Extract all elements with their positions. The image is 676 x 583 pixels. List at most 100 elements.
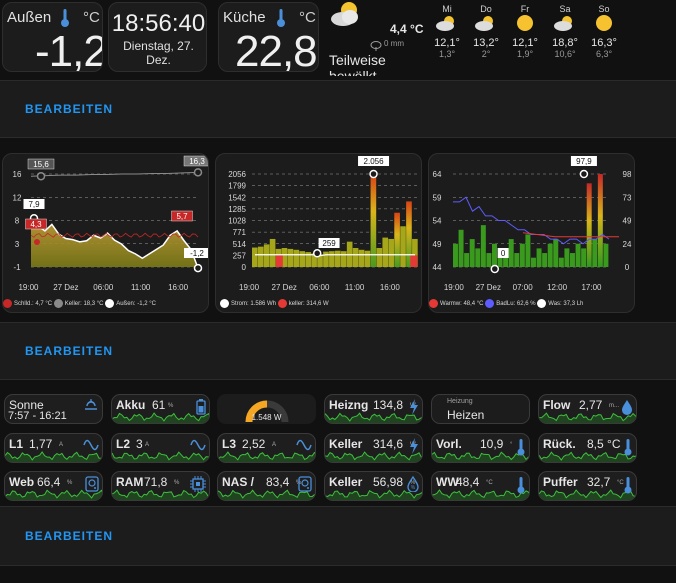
power-chart-card[interactable]: 2056 1799 1542 1285 1028 771 514 257 0 2.056 259 19… [215, 153, 422, 313]
x-tick-label: 19:00 [444, 283, 465, 292]
x-tick-label: 11:00 [131, 283, 151, 292]
forecast-high: 12,1° [434, 37, 460, 49]
tile-value: 2,52 [242, 437, 266, 451]
sensor-tile-web[interactable]: Web 66,4% [4, 471, 103, 501]
sun-icon [508, 14, 542, 37]
bar [335, 250, 341, 267]
legend-entry[interactable]: keller: 314,6 W [277, 299, 329, 308]
annotation-label: -1,2 [190, 249, 204, 258]
annotation-label: 97,9 [576, 157, 592, 166]
tile-unit: % [174, 480, 180, 486]
bar [458, 229, 464, 267]
temperature-chart-card[interactable]: 16 12 8 3 -1 15,6 16,3 7,9 4,3 5,7 -1,2 19:00 27 Dez… [2, 153, 209, 313]
sine-wave-icon [296, 438, 312, 456]
sensor-tile-keller[interactable]: Keller 56,98%% [324, 471, 423, 501]
series-point [369, 169, 378, 179]
legend-entry[interactable]: Schlld.: 4,7 °C [3, 299, 52, 308]
section-1: BEARBEITEN [0, 80, 676, 138]
tile-value: 7:57 - 16:21 [8, 410, 67, 422]
weather-card[interactable]: 4,4 °C 0 mm Teilweise bewölkt Mi 12,1° 1… [324, 0, 676, 76]
annotation-keller-end: 16,3 [183, 155, 208, 167]
y-tick-label: 49 [433, 240, 442, 249]
legend-entry[interactable]: Keller: 18,3 °C [53, 299, 104, 308]
bar [508, 239, 514, 267]
legend-entry[interactable]: BadLu: 62,6 % [485, 299, 536, 308]
tile-unit: ° [510, 442, 513, 448]
legend-entry[interactable]: Was: 37,3 Lh [537, 299, 583, 308]
bar [257, 246, 264, 267]
series-point [490, 264, 500, 274]
forecast-day-3: Fr 12,1° 1,9° [508, 4, 542, 59]
tile-name: Keller [329, 475, 363, 489]
state-label: Heizung [447, 398, 473, 405]
bar-keller [275, 255, 283, 267]
legend-entry[interactable]: Außen: -1,2 °C [105, 299, 156, 308]
annotation-label: 259 [322, 239, 336, 248]
tile-name: Puffer [543, 475, 578, 489]
sensor-tile-keller[interactable]: Keller314,6W [324, 433, 423, 463]
tile-value: 10,9 [480, 437, 504, 451]
forecast-high: 13,2° [473, 37, 499, 49]
bar [388, 238, 394, 267]
bar [352, 248, 359, 267]
annotation-schlld-start: 4,3 [25, 218, 47, 230]
bar [475, 248, 481, 267]
tile-name: RAM [116, 475, 144, 489]
bar [394, 212, 400, 267]
water-chart-card[interactable]: 64 59 54 49 44 98 73 49 24 0 97,9 0 19:00 27 Dez 07:00… [428, 153, 635, 313]
forecast-day-5: So 16,3° 6,3° [587, 4, 621, 59]
series-point [193, 168, 203, 177]
y-tick-label: 12 [13, 193, 22, 202]
sensor-tile-l2[interactable]: L2 3 A [111, 433, 210, 463]
edit-button[interactable]: BEARBEITEN [25, 102, 113, 116]
weather-current-temp: 4,4 °C [390, 22, 424, 36]
y2-tick-label: 98 [623, 170, 632, 179]
bar [287, 248, 294, 267]
legend-entry[interactable]: Warmw: 48,4 °C [429, 299, 484, 308]
tile-name: NAS / [222, 475, 255, 489]
tile-unit: A [59, 442, 64, 448]
power-chart: 2056 1799 1542 1285 1028 771 514 257 0 2.056 259 19… [228, 156, 418, 292]
series-point [193, 263, 203, 273]
sensor-tile-r-ck[interactable]: Rück. 8,5 °C [538, 433, 637, 463]
x-tick-label: 12:00 [547, 283, 568, 292]
edit-button[interactable]: BEARBEITEN [25, 529, 113, 543]
y-tick-label: 44 [433, 263, 442, 272]
y-tick-label: 1028 [228, 217, 246, 226]
sensor-tile-l1[interactable]: L1 1,77 A [4, 433, 103, 463]
tile-value: 61 [152, 398, 166, 412]
annotation-was-max: 97,9 [570, 156, 597, 166]
bar [564, 248, 570, 267]
outdoor-temp-card[interactable]: Außen °C -1,2 [2, 2, 103, 72]
sensor-tile-puffer[interactable]: Puffer 32,7 °C [538, 471, 637, 501]
bar [581, 248, 587, 267]
x-tick-label: 16:00 [380, 283, 401, 292]
tile-value: 1,77 [29, 437, 53, 451]
sensor-tile-vorl[interactable]: Vorl. 10,9 ° [431, 433, 530, 463]
y-tick-label: 8 [15, 217, 20, 226]
y2-tick-label: 24 [623, 240, 632, 249]
bar [586, 183, 592, 267]
clock-date-line1: Dienstag, 27. [123, 39, 194, 53]
tile-value: 3 [136, 437, 143, 451]
bar [480, 225, 486, 267]
annotation-strom-max: 2.056 [358, 156, 390, 166]
legend-entry[interactable]: Strom: 1.586 Wh [220, 299, 277, 308]
sensor-tile-flow[interactable]: Flow 2,77 m... [538, 394, 637, 424]
sensor-tile-nas[interactable]: NAS /83,4% [217, 471, 316, 501]
kitchen-temp-card[interactable]: Küche °C 22,8 [218, 2, 319, 72]
forecast-day-name: Do [480, 4, 492, 14]
sensor-tile-heizung[interactable]: Heizung Heizen [431, 394, 530, 424]
legend-label: Strom: 1.586 Wh [231, 301, 277, 308]
sensor-tile-ww[interactable]: WW 48,4 °C [431, 471, 530, 501]
sensor-tile-ram[interactable]: RAM 71,8% [111, 471, 210, 501]
bar [531, 257, 536, 267]
sensor-tile-akku[interactable]: Akku 61% [111, 394, 210, 424]
edit-button[interactable]: BEARBEITEN [25, 344, 113, 358]
water-drop-icon [621, 399, 633, 420]
sensor-tile-heizng[interactable]: Heizng134,8W [324, 394, 423, 424]
y2-tick-label: 73 [623, 193, 632, 202]
sensor-tile-l3[interactable]: L3 2,52 A [217, 433, 316, 463]
sensor-tile-sonne[interactable]: Sonne 7:57 - 16:21 [4, 394, 103, 424]
sensor-tile-power[interactable]: 1.548 W [217, 394, 316, 424]
